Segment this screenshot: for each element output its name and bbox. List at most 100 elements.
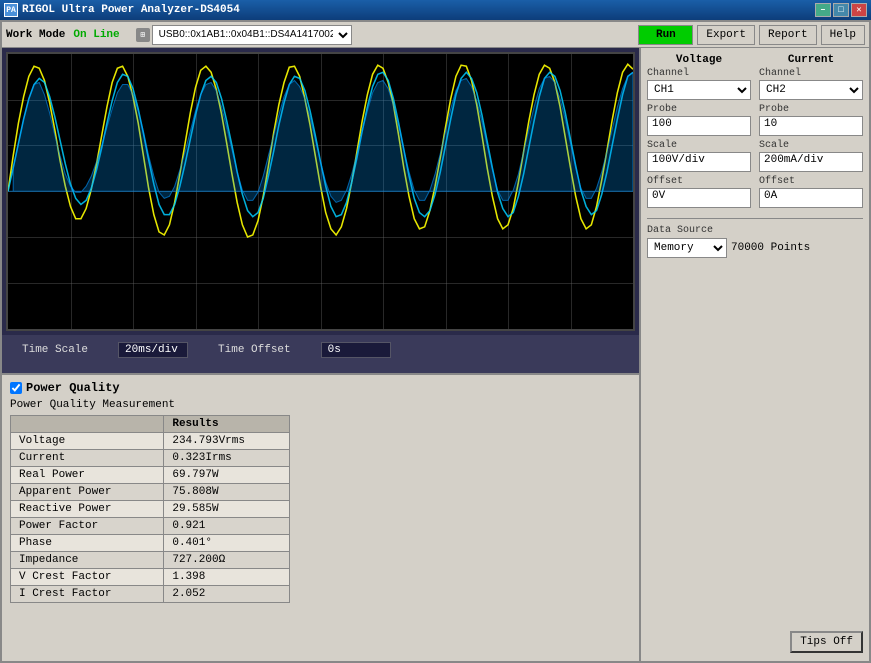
- scope-screen: [6, 52, 635, 331]
- toolbar-buttons: Run Export Report Help: [638, 25, 865, 45]
- current-offset-row: Offset 0A: [759, 176, 863, 208]
- measurement-label: Current: [11, 449, 164, 466]
- current-title: Current: [759, 54, 863, 66]
- current-probe-label: Probe: [759, 104, 863, 115]
- measurement-label: I Crest Factor: [11, 585, 164, 602]
- power-quality-subtitle: Power Quality Measurement: [10, 399, 631, 411]
- data-source-row: Memory Screen 70000 Points: [647, 238, 863, 258]
- table-row: Power Factor0.921: [11, 517, 290, 534]
- voltage-channel-select[interactable]: CH1 CH2 CH3 CH4: [647, 80, 751, 100]
- measurement-value: 727.200Ω: [164, 551, 290, 568]
- app-title: RIGOL Ultra Power Analyzer-DS4054: [22, 4, 240, 16]
- measurement-label: Impedance: [11, 551, 164, 568]
- maximize-button[interactable]: □: [833, 3, 849, 17]
- scope-panel: Time Scale 20ms/div Time Offset 0s Power…: [2, 48, 639, 661]
- run-button[interactable]: Run: [638, 25, 693, 45]
- power-quality-header: Power Quality: [10, 381, 631, 395]
- table-row: Real Power69.797W: [11, 466, 290, 483]
- table-header-results: Results: [164, 415, 290, 432]
- measurement-label: Real Power: [11, 466, 164, 483]
- voltage-group: Voltage Channel CH1 CH2 CH3 CH4 Probe 10…: [647, 54, 751, 212]
- table-row: V Crest Factor1.398: [11, 568, 290, 585]
- table-row: Impedance727.200Ω: [11, 551, 290, 568]
- usb-icon: ⊞: [136, 28, 150, 42]
- export-button[interactable]: Export: [697, 25, 755, 45]
- current-channel-label: Channel: [759, 68, 863, 79]
- time-scale-value: 20ms/div: [118, 342, 188, 358]
- measurement-label: Reactive Power: [11, 500, 164, 517]
- bottom-panel: Power Quality Power Quality Measurement …: [2, 373, 639, 662]
- voltage-scale-label: Scale: [647, 140, 751, 151]
- time-scale-label: Time Scale: [22, 344, 88, 356]
- current-channel-row: Channel CH1 CH2 CH3 CH4: [759, 68, 863, 100]
- measurement-label: Power Factor: [11, 517, 164, 534]
- measurement-value: 29.585W: [164, 500, 290, 517]
- voltage-title: Voltage: [647, 54, 751, 66]
- data-source-select[interactable]: Memory Screen: [647, 238, 727, 258]
- mid-separator: [2, 365, 639, 373]
- work-mode-label: Work Mode: [6, 29, 65, 41]
- voltage-scale-value: 100V/div: [647, 152, 751, 172]
- measurement-value: 0.921: [164, 517, 290, 534]
- help-button[interactable]: Help: [821, 25, 865, 45]
- table-row: Reactive Power29.585W: [11, 500, 290, 517]
- measurement-value: 1.398: [164, 568, 290, 585]
- current-probe-row: Probe 10: [759, 104, 863, 136]
- power-quality-checkbox[interactable]: [10, 382, 22, 394]
- voltage-offset-value: 0V: [647, 188, 751, 208]
- minimize-button[interactable]: –: [815, 3, 831, 17]
- table-row: Voltage234.793Vrms: [11, 432, 290, 449]
- table-header-label: [11, 415, 164, 432]
- close-button[interactable]: ✕: [851, 3, 867, 17]
- measurement-value: 2.052: [164, 585, 290, 602]
- table-row: Phase0.401°: [11, 534, 290, 551]
- table-row: Apparent Power75.808W: [11, 483, 290, 500]
- toolbar: Work Mode On Line ⊞ USB0::0x1AB1::0x04B1…: [2, 22, 869, 48]
- time-offset-value: 0s: [321, 342, 391, 358]
- tips-area: Tips Off: [647, 629, 863, 655]
- measurement-value: 0.323Irms: [164, 449, 290, 466]
- voltage-probe-row: Probe 100: [647, 104, 751, 136]
- right-panel: Voltage Channel CH1 CH2 CH3 CH4 Probe 10…: [639, 48, 869, 661]
- usb-container: ⊞ USB0::0x1AB1::0x04B1::DS4A141700291::I…: [136, 25, 352, 45]
- current-offset-label: Offset: [759, 176, 863, 187]
- data-source-label: Data Source: [647, 225, 863, 236]
- measurement-value: 75.808W: [164, 483, 290, 500]
- scope-controls-bar: Time Scale 20ms/div Time Offset 0s: [2, 335, 639, 365]
- current-offset-value: 0A: [759, 188, 863, 208]
- measurement-value: 69.797W: [164, 466, 290, 483]
- main-window: Work Mode On Line ⊞ USB0::0x1AB1::0x04B1…: [0, 20, 871, 663]
- tips-off-button[interactable]: Tips Off: [790, 631, 863, 653]
- time-offset-label: Time Offset: [218, 344, 291, 356]
- title-bar: PA RIGOL Ultra Power Analyzer-DS4054 – □…: [0, 0, 871, 20]
- voltage-scale-row: Scale 100V/div: [647, 140, 751, 172]
- data-source-row-container: Data Source Memory Screen 70000 Points: [647, 225, 863, 258]
- voltage-offset-row: Offset 0V: [647, 176, 751, 208]
- report-button[interactable]: Report: [759, 25, 817, 45]
- table-row: Current0.323Irms: [11, 449, 290, 466]
- current-scale-label: Scale: [759, 140, 863, 151]
- measurement-label: Apparent Power: [11, 483, 164, 500]
- voltage-channel-row: Channel CH1 CH2 CH3 CH4: [647, 68, 751, 100]
- app-icon: PA: [4, 3, 18, 17]
- measurement-label: Voltage: [11, 432, 164, 449]
- measurement-label: V Crest Factor: [11, 568, 164, 585]
- current-scale-row: Scale 200mA/div: [759, 140, 863, 172]
- measurement-value: 0.401°: [164, 534, 290, 551]
- online-status: On Line: [73, 29, 119, 41]
- measurement-label: Phase: [11, 534, 164, 551]
- voltage-probe-label: Probe: [647, 104, 751, 115]
- current-group: Current Channel CH1 CH2 CH3 CH4 Probe 10: [759, 54, 863, 212]
- voltage-channel-label: Channel: [647, 68, 751, 79]
- content-area: Time Scale 20ms/div Time Offset 0s Power…: [2, 48, 869, 661]
- window-controls: – □ ✕: [815, 3, 867, 17]
- usb-select[interactable]: USB0::0x1AB1::0x04B1::DS4A141700291::INS…: [152, 25, 352, 45]
- voltage-probe-value: 100: [647, 116, 751, 136]
- divider: [647, 218, 863, 219]
- power-quality-title: Power Quality: [26, 381, 120, 395]
- current-probe-value: 10: [759, 116, 863, 136]
- current-channel-select[interactable]: CH1 CH2 CH3 CH4: [759, 80, 863, 100]
- current-scale-value: 200mA/div: [759, 152, 863, 172]
- measurement-value: 234.793Vrms: [164, 432, 290, 449]
- channel-section: Voltage Channel CH1 CH2 CH3 CH4 Probe 10…: [647, 54, 863, 212]
